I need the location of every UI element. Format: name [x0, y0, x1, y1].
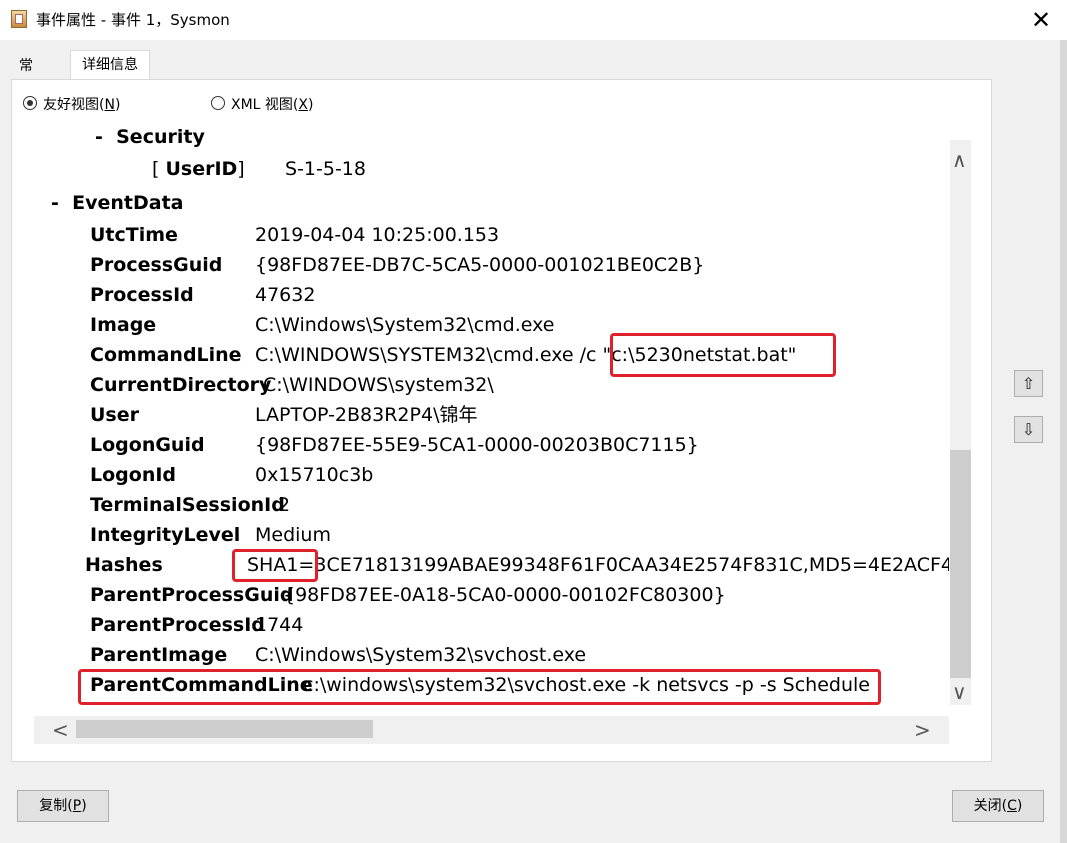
title-bar: 事件属性 - 事件 1，Sysmon ✕ [0, 0, 1067, 40]
vertical-scroll-thumb[interactable] [950, 450, 971, 678]
field-value: 2019-04-04 10:25:00.153 [255, 224, 500, 246]
userid-row: [ UserID] [152, 158, 245, 180]
field-label: User [90, 404, 139, 426]
tab-general[interactable]: 常规 [11, 53, 41, 101]
friendly-view-radio[interactable]: 友好视图(N) [23, 95, 120, 115]
field-label: LogonId [90, 464, 177, 486]
highlight-sha1 [232, 549, 318, 582]
field-value: 1744 [255, 614, 304, 636]
field-value: 0x15710c3b [255, 464, 374, 486]
horizontal-scrollbar[interactable] [34, 716, 949, 744]
field-label: ParentProcessGuid [90, 584, 294, 606]
radio-unchecked-icon [211, 96, 225, 110]
field-value: C:\WINDOWS\system32\ [263, 374, 494, 396]
collapse-toggle[interactable]: - [51, 192, 59, 214]
field-label: UtcTime [90, 224, 178, 246]
previous-event-button[interactable]: ⇧ [1014, 370, 1043, 397]
radio-checked-icon [23, 96, 37, 110]
field-label: ParentImage [90, 644, 228, 666]
field-value: {98FD87EE-DB7C-5CA5-0000-001021BE0C2B} [255, 254, 705, 276]
field-label: ParentProcessId [90, 614, 265, 636]
field-label: Hashes [85, 554, 163, 576]
field-value: {98FD87EE-55E9-5CA1-0000-00203B0C7115} [255, 434, 699, 456]
highlight-commandline [610, 333, 836, 377]
arrow-down-icon: ⇩ [1021, 420, 1036, 439]
field-label: CommandLine [90, 344, 242, 366]
field-label: Image [90, 314, 157, 336]
event-details-view: - Security [ UserID] S-1-5-18 - EventDat… [34, 128, 949, 716]
event-viewer-icon [11, 10, 27, 28]
scroll-right-icon[interactable]: > [914, 718, 931, 742]
scroll-up-icon[interactable]: ∧ [952, 148, 967, 172]
userid-value: S-1-5-18 [285, 158, 366, 180]
arrow-up-icon: ⇧ [1021, 374, 1036, 393]
security-node[interactable]: - Security [95, 128, 205, 151]
field-label: LogonGuid [90, 434, 205, 456]
close-window-button[interactable]: ✕ [1024, 4, 1058, 36]
field-value: C:\Windows\System32\cmd.exe [255, 314, 555, 336]
field-value: {98FD87EE-0A18-5CA0-0000-00102FC80300} [283, 584, 726, 606]
field-label: IntegrityLevel [90, 524, 241, 546]
horizontal-scroll-thumb[interactable] [76, 720, 373, 738]
field-value: C:\Windows\System32\svchost.exe [255, 644, 587, 666]
field-value: Medium [255, 524, 331, 546]
window-edge [1060, 40, 1067, 843]
field-label: ProcessId [90, 284, 194, 306]
field-value: LAPTOP-2B83R2P4\锦年 [255, 404, 478, 426]
window-title: 事件属性 - 事件 1，Sysmon [36, 11, 230, 29]
field-value: SHA1=3CE71813199ABAE99348F61F0CAA34E2574… [247, 554, 949, 576]
next-event-button[interactable]: ⇩ [1014, 416, 1043, 443]
collapse-toggle[interactable]: - [95, 128, 103, 148]
highlight-parentcommandline [78, 669, 881, 705]
field-label: ProcessGuid [90, 254, 223, 276]
vertical-scrollbar[interactable] [950, 140, 971, 705]
field-value: 47632 [255, 284, 316, 306]
xml-view-radio[interactable]: XML 视图(X) [211, 95, 313, 115]
field-label: TerminalSessionId [90, 494, 285, 516]
scroll-down-icon[interactable]: ∨ [952, 680, 967, 704]
close-button[interactable]: 关闭(C) [952, 790, 1044, 822]
field-label: CurrentDirectory [90, 374, 272, 396]
tab-details[interactable]: 详细信息 [70, 50, 150, 79]
copy-button[interactable]: 复制(P) [17, 790, 109, 822]
scroll-left-icon[interactable]: < [52, 718, 69, 742]
field-value: 2 [278, 494, 291, 516]
eventdata-node[interactable]: - EventData [51, 189, 183, 217]
